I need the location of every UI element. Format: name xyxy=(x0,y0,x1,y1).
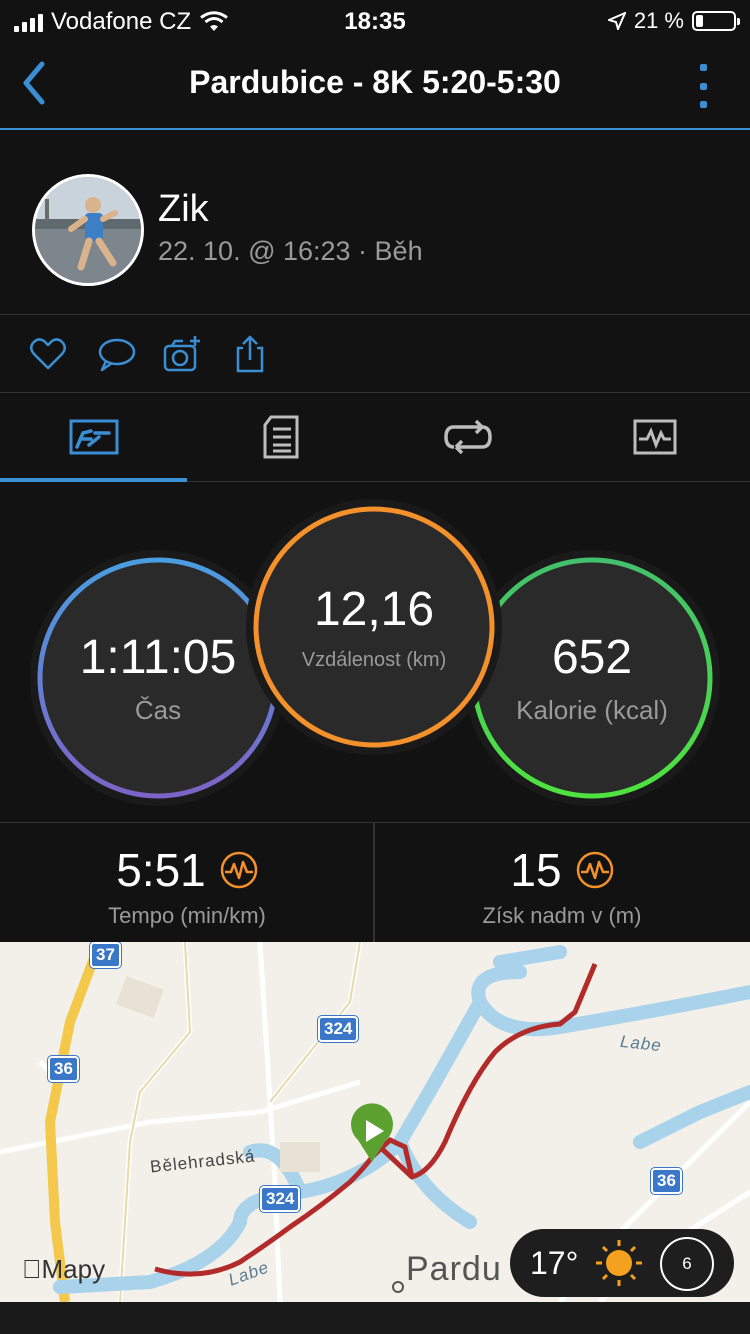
battery-icon xyxy=(692,11,740,31)
time-metric[interactable]: 1:11:05 Čas xyxy=(38,558,278,798)
elevation-value: 15 xyxy=(510,844,562,896)
secondary-stats: 5:51 Tempo (min/km) 15 Získ nadm v (m) xyxy=(0,822,750,943)
calories-metric[interactable]: 652 Kalorie (kcal) xyxy=(474,558,710,798)
distance-label: Vzdálenost (km) xyxy=(301,649,447,671)
activity-pulse-icon xyxy=(576,851,613,889)
location-arrow-icon xyxy=(607,12,626,30)
maps-attribution: Mapy xyxy=(22,1254,105,1284)
road-badge-36: 36 xyxy=(47,1055,80,1083)
pace-label: Tempo (min/km) xyxy=(108,903,266,928)
action-bar xyxy=(0,314,750,393)
tab-summary[interactable] xyxy=(0,393,187,482)
road-badge-324: 324 xyxy=(316,1015,360,1043)
sun-icon xyxy=(596,1240,642,1286)
bottom-section xyxy=(0,1302,750,1334)
details-tab-icon xyxy=(263,415,298,459)
activity-title: Pardubice - 8K 5:20-5:30 xyxy=(189,64,561,100)
pace-stat[interactable]: 5:51 Tempo (min/km) xyxy=(0,823,374,943)
pace-value: 5:51 xyxy=(116,844,206,896)
route-map[interactable]: 37 36 324 324 36 Labe Labe Bělehradská P… xyxy=(0,942,750,1302)
chart-tab-icon xyxy=(633,419,676,455)
tab-laps[interactable] xyxy=(374,393,561,481)
road-badge-36-right: 36 xyxy=(650,1167,683,1195)
more-options-icon[interactable] xyxy=(698,64,708,108)
comment-icon[interactable] xyxy=(96,334,136,374)
time-label: Čas xyxy=(134,695,182,725)
calories-value: 652 xyxy=(551,631,633,684)
elevation-stat[interactable]: 15 Získ nadm v (m) xyxy=(375,823,749,943)
tab-charts[interactable] xyxy=(561,393,748,481)
camera-add-icon[interactable] xyxy=(162,334,202,374)
time-value: 1:11:05 xyxy=(79,631,237,684)
tab-bar xyxy=(0,393,750,482)
weather-badge[interactable]: 17° 6 xyxy=(510,1229,734,1297)
distance-metric[interactable]: 12,16 Vzdálenost (km) xyxy=(254,507,494,747)
share-icon[interactable] xyxy=(230,334,270,374)
river-label: Labe xyxy=(619,1031,663,1056)
summary-tab-icon xyxy=(69,419,118,455)
apple-logo-icon:  xyxy=(22,1254,42,1284)
road-badge-324-lower: 324 xyxy=(258,1185,302,1213)
city-label: Pardu xyxy=(406,1250,502,1288)
laps-tab-icon xyxy=(443,419,492,455)
activity-meta: 22. 10. @ 16:23 · Běh xyxy=(158,236,423,266)
activity-pulse-icon xyxy=(220,851,258,889)
uv-index: 6 xyxy=(660,1237,714,1291)
metric-circles: 1:11:05 Čas 652 Kalorie (kcal) 12,16 Vzd… xyxy=(0,482,750,822)
tab-details[interactable] xyxy=(187,393,374,481)
heart-icon[interactable] xyxy=(28,334,68,374)
user-name: Zik xyxy=(158,188,209,230)
calories-label: Kalorie (kcal) xyxy=(516,695,668,725)
road-badge-37: 37 xyxy=(89,942,122,969)
activity-header: Zik 22. 10. @ 16:23 · Běh xyxy=(0,130,750,315)
weather-temp: 17° xyxy=(530,1245,579,1281)
elevation-label: Získ nadm v (m) xyxy=(482,903,642,928)
status-bar: Vodafone CZ 18:35 21 % xyxy=(0,0,750,42)
battery-percent: 21 % xyxy=(633,8,684,33)
nav-bar: Pardubice - 8K 5:20-5:30 xyxy=(0,42,750,130)
avatar[interactable] xyxy=(32,174,144,286)
distance-value: 12,16 xyxy=(313,583,435,636)
